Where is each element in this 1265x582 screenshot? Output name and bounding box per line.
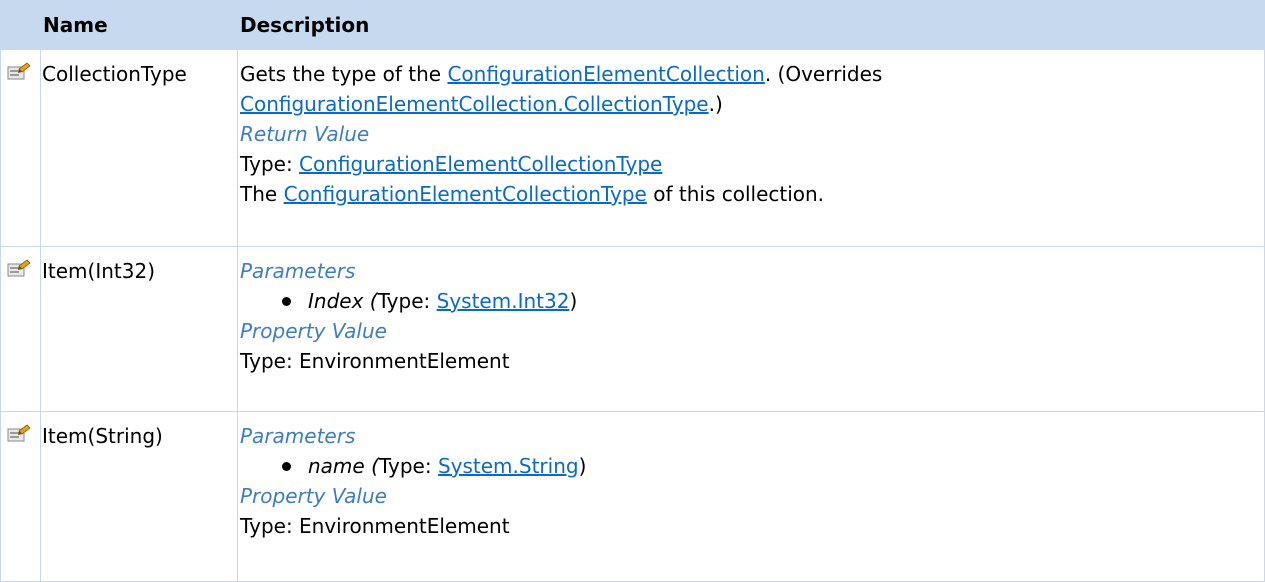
list-item: name (Type: System.String) bbox=[240, 451, 1264, 481]
property-type-line: Type: EnvironmentElement bbox=[240, 514, 510, 538]
parameters-heading: Parameters bbox=[240, 259, 356, 283]
table-row: Item(Int32) Parameters Index (Type: Syst… bbox=[0, 246, 1265, 412]
member-description: Parameters name (Type: System.String) Pr… bbox=[237, 411, 1265, 582]
parameters-heading: Parameters bbox=[240, 424, 356, 448]
member-name: Item(String) bbox=[40, 411, 238, 582]
paren-text: ) bbox=[578, 454, 587, 478]
parameter-list: name (Type: System.String) bbox=[240, 451, 1264, 481]
parameter-type-link[interactable]: System.String bbox=[438, 454, 579, 478]
table-header-row: Name Description bbox=[0, 0, 1265, 50]
property-value-heading: Property Value bbox=[240, 319, 387, 343]
table-row: Item(String) Parameters name (Type: Syst… bbox=[0, 411, 1265, 582]
member-name: CollectionType bbox=[40, 49, 238, 247]
return-description-type-link[interactable]: ConfigurationElementCollectionType bbox=[284, 182, 647, 206]
property-value-heading: Property Value bbox=[240, 484, 387, 508]
parameter-name: Index ( bbox=[308, 289, 378, 313]
name-column-header: Name bbox=[40, 0, 238, 50]
parameter-list: Index (Type: System.Int32) bbox=[240, 286, 1264, 316]
return-type-line: Type: ConfigurationElementCollectionType bbox=[240, 149, 1264, 179]
table-row: CollectionType Gets the type of the Conf… bbox=[0, 49, 1265, 247]
type-label: Type: bbox=[240, 152, 300, 176]
icon-column-header bbox=[0, 0, 41, 50]
summary-line: ConfigurationElementCollection.Collectio… bbox=[240, 89, 1264, 119]
return-description-line: The ConfigurationElementCollectionType o… bbox=[240, 179, 1264, 209]
summary-text: .) bbox=[708, 92, 723, 116]
icon-cell bbox=[0, 49, 41, 247]
type-label: Type: bbox=[378, 454, 438, 478]
member-description: Parameters Index (Type: System.Int32) Pr… bbox=[237, 246, 1265, 412]
member-description: Gets the type of the ConfigurationElemen… bbox=[237, 49, 1265, 247]
property-type-line: Type: EnvironmentElement bbox=[240, 349, 510, 373]
return-value-heading: Return Value bbox=[240, 122, 370, 146]
parameter-type-link[interactable]: System.Int32 bbox=[437, 289, 570, 313]
collection-type-override-link[interactable]: ConfigurationElementCollection.Collectio… bbox=[240, 92, 709, 116]
members-table: Name Description CollectionType Gets the… bbox=[0, 0, 1265, 582]
type-label: Type: bbox=[377, 289, 437, 313]
description-text: of this collection. bbox=[646, 182, 825, 206]
property-icon bbox=[7, 258, 40, 280]
description-text: The bbox=[240, 182, 284, 206]
configuration-element-collection-link[interactable]: ConfigurationElementCollection bbox=[447, 62, 764, 86]
property-icon bbox=[7, 423, 40, 445]
list-item: Index (Type: System.Int32) bbox=[240, 286, 1264, 316]
property-icon bbox=[7, 61, 40, 83]
bullet-icon bbox=[282, 462, 291, 471]
icon-cell bbox=[0, 411, 41, 582]
summary-text: Gets the type of the bbox=[240, 62, 448, 86]
icon-cell bbox=[0, 246, 41, 412]
paren-text: ) bbox=[569, 289, 578, 313]
parameter-name: name ( bbox=[308, 454, 379, 478]
member-name: Item(Int32) bbox=[40, 246, 238, 412]
bullet-icon bbox=[282, 297, 291, 306]
description-column-header: Description bbox=[237, 0, 1265, 50]
summary-line: Gets the type of the ConfigurationElemen… bbox=[240, 59, 1264, 89]
return-type-link[interactable]: ConfigurationElementCollectionType bbox=[299, 152, 662, 176]
summary-text: . (Overrides bbox=[764, 62, 883, 86]
